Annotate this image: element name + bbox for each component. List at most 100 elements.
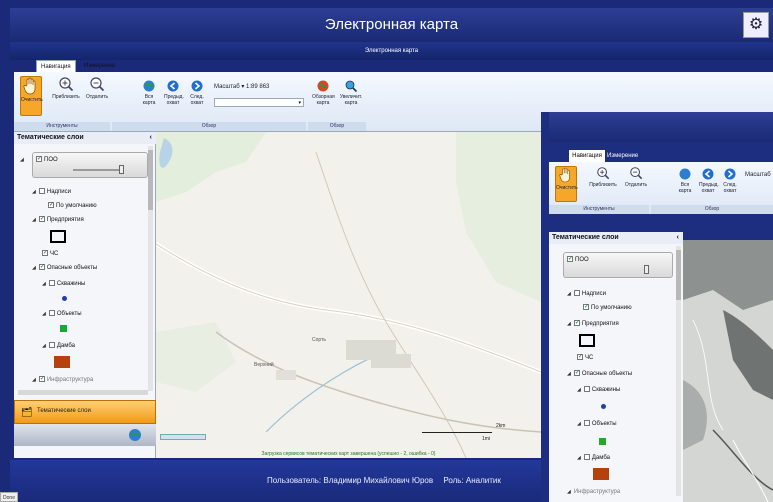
prev-extent-button[interactable]: Предыд. охват <box>164 80 184 106</box>
group-label-view: Обзор <box>112 122 306 131</box>
thematic-layers-button[interactable]: 🗂 Тематические слои <box>14 400 156 424</box>
chevron-down-icon: ▾ <box>298 100 301 106</box>
layers-hscrollbar[interactable] <box>18 390 148 395</box>
full-map-button-2[interactable]: Вся карта <box>677 168 693 194</box>
layer-item-emergency-2[interactable]: ✓ ЧС <box>577 354 593 362</box>
layers-scrollbar-thumb-2[interactable] <box>676 250 681 300</box>
expand-icon[interactable]: ◢ <box>20 156 24 164</box>
overview-map-button[interactable]: Обзорная карта <box>312 80 335 106</box>
role-label: Роль: Аналитик <box>443 476 501 485</box>
layers-panel-header-2: Тематические слои ‹ <box>549 232 683 244</box>
globe-icon[interactable] <box>128 428 142 442</box>
layer-poo-label-row[interactable]: ✓ ПОО <box>36 156 58 164</box>
panel-bottom-bar <box>14 424 156 446</box>
layer-item-hazard-objects-2[interactable]: ◢ ✓ Опасные объекты <box>567 370 632 378</box>
status-message: Загрузка сервисов тематических карт заве… <box>261 451 436 457</box>
layer-item-wells[interactable]: ◢ Скважины <box>42 280 85 288</box>
layer-item-dam[interactable]: ◢ Дамба <box>42 342 75 350</box>
next-extent-button-2[interactable]: След. охват <box>721 168 739 194</box>
checkbox-infrastructure[interactable]: ✓ <box>38 376 45 383</box>
magnifier-icon <box>345 80 357 92</box>
opacity-slider-handle[interactable] <box>119 165 124 174</box>
clear-button[interactable]: Очистить <box>20 76 43 116</box>
legend-enterprises-symbol-2 <box>579 334 595 347</box>
prev-extent-label: Предыд. охват <box>164 94 184 106</box>
next-extent-button[interactable]: След. охват <box>188 80 206 106</box>
layer-item-wells-2[interactable]: ◢ Скважины <box>577 386 620 394</box>
opacity-slider-track[interactable] <box>73 169 123 171</box>
legend-dam-symbol-2 <box>593 468 609 480</box>
layers-panel-title: Тематические слои <box>17 134 84 141</box>
layer-item-infrastructure-2[interactable]: ◢ Инфраструктура <box>567 488 620 496</box>
map-canvas[interactable]: Сорть Верхний 2km 1mi <box>156 132 541 458</box>
scale-bar-mi: 1mi <box>482 436 491 442</box>
checkbox-dam[interactable] <box>48 342 55 349</box>
next-extent-label: След. охват <box>190 94 204 106</box>
layer-item-objects[interactable]: ◢ Объекты <box>42 310 82 318</box>
zoom-out-button-2[interactable]: Отдалить <box>623 166 649 188</box>
subtitle-bar: Электронная карта <box>10 42 773 60</box>
settings-button[interactable]: ⚙ <box>743 12 769 38</box>
map-label-sort: Сорть <box>312 337 326 343</box>
map-svg <box>156 132 541 458</box>
checkbox-objects[interactable] <box>48 310 55 317</box>
extent-dropdown[interactable]: ▾ <box>214 98 304 107</box>
layer-item-dam-2[interactable]: ◢ Дамба <box>577 454 610 462</box>
tab-measure[interactable]: Измерение <box>80 60 119 72</box>
full-map-label: Вся карта <box>142 94 156 106</box>
checkbox-default[interactable]: ✓ <box>48 202 54 209</box>
layer-item-enterprises[interactable]: ◢ ✓ Предприятия <box>32 216 84 224</box>
tab-measure-2[interactable]: Измерение <box>607 150 638 162</box>
layers-scrollbar-thumb[interactable] <box>148 150 153 210</box>
map-label-verkhniy: Верхний <box>254 362 274 368</box>
collapse-icon[interactable]: ‹ <box>677 232 679 244</box>
checkbox-hazard-objects[interactable]: ✓ <box>38 264 45 271</box>
app-window: Электронная карта ⚙ Электронная карта На… <box>0 0 773 502</box>
checkbox-labels[interactable] <box>38 188 45 195</box>
tab-navigation-2[interactable]: Навигация <box>569 150 605 162</box>
layer-item-poo[interactable]: ◢ <box>20 156 27 164</box>
opacity-slider-handle-2[interactable] <box>644 265 649 274</box>
checkbox-emergency[interactable]: ✓ <box>42 250 48 257</box>
overview-map-label: Обзорная карта <box>312 94 335 106</box>
layer-item-hazard-objects[interactable]: ◢ ✓ Опасные объекты <box>32 264 97 272</box>
second-window: Навигация Измерение Очистить Приблизить … <box>541 112 773 502</box>
clear-button-2[interactable]: Очистить <box>555 166 578 202</box>
full-map-button[interactable]: Вся карта <box>141 80 157 106</box>
zoom-out-icon <box>90 77 105 92</box>
legend-wells-symbol <box>62 296 67 301</box>
layer-group-poo: ✓ ПОО <box>32 152 148 178</box>
layer-item-objects-2[interactable]: ◢ Объекты <box>577 420 617 428</box>
checkbox-wells[interactable] <box>48 280 55 287</box>
magnify-map-button[interactable]: Увеличит. карта <box>338 80 364 106</box>
tab-navigation[interactable]: Навигация <box>36 60 76 72</box>
legend-objects-symbol <box>60 325 67 332</box>
satellite-map[interactable] <box>683 240 773 502</box>
collapse-icon[interactable]: ‹ <box>150 132 152 144</box>
user-info: Пользователь: Владимир Михайлович Юров Р… <box>267 476 501 485</box>
layer-item-default-2[interactable]: ✓ По умолчанию <box>583 304 632 312</box>
layer-item-labels-2[interactable]: ◢ Надписи <box>567 290 606 298</box>
zoom-in-button-2[interactable]: Приблизить <box>589 166 617 188</box>
layers-scrollbar-2[interactable] <box>676 246 681 496</box>
prev-extent-button-2[interactable]: Предыд. охват <box>699 168 719 194</box>
layer-item-default[interactable]: ✓ По умолчанию <box>48 202 97 210</box>
second-window-titlebar <box>549 112 773 142</box>
scale-value: 1:89 863 <box>246 84 270 90</box>
zoom-out-button[interactable]: Отдалить <box>84 76 110 100</box>
layer-group-poo-2: ✓ ПОО <box>563 252 673 278</box>
legend-dam-symbol <box>54 356 70 368</box>
layer-item-enterprises-2[interactable]: ◢ ✓ Предприятия <box>567 320 619 328</box>
scale-label: Масштаб <box>214 84 240 90</box>
arrow-right-icon <box>191 80 203 92</box>
layer-item-labels[interactable]: ◢ Надписи <box>32 188 71 196</box>
checkbox-enterprises[interactable]: ✓ <box>38 216 45 223</box>
clear-label: Очистить <box>21 97 43 103</box>
layer-item-emergency[interactable]: ✓ ЧС <box>42 250 58 258</box>
arrow-left-icon <box>702 168 714 180</box>
checkbox-poo[interactable]: ✓ <box>36 156 42 163</box>
zoom-in-button[interactable]: Приблизить <box>52 76 80 100</box>
layers-scrollbar[interactable] <box>148 146 153 391</box>
layer-item-infrastructure[interactable]: ◢ ✓ Инфраструктура <box>32 376 93 384</box>
app-title: Электронная карта <box>324 16 459 33</box>
